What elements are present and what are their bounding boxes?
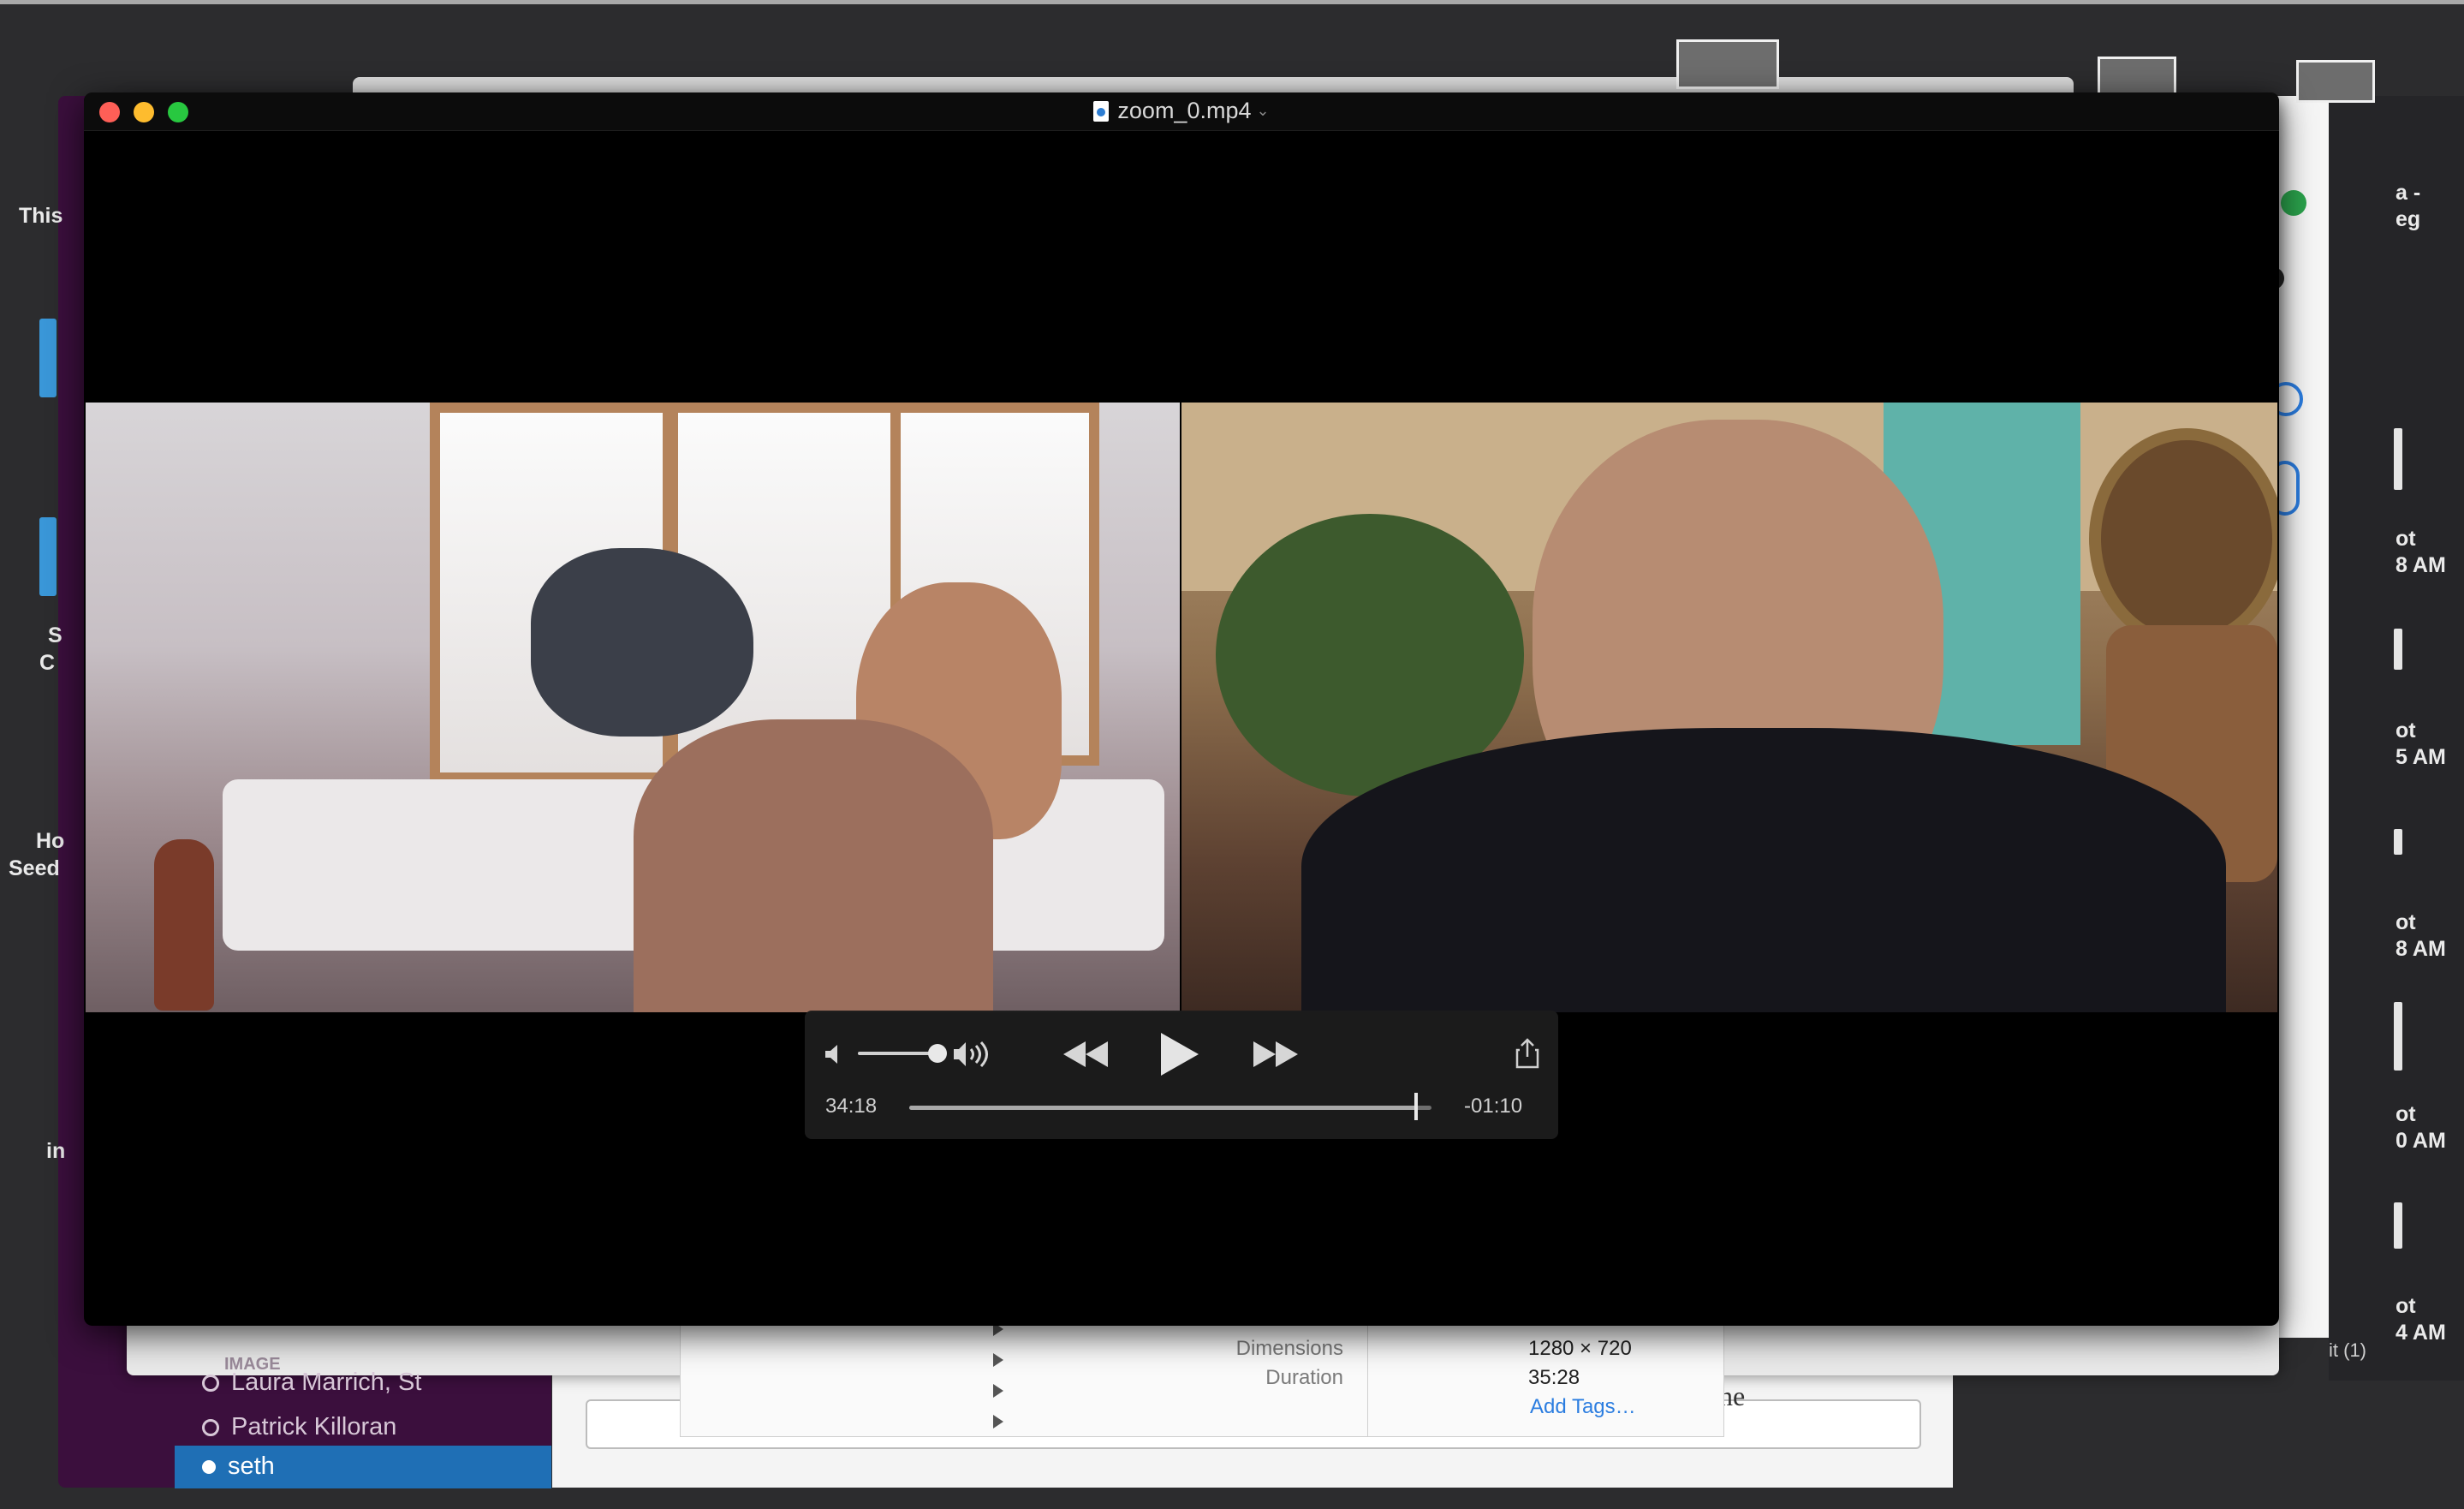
video-player-window[interactable]: zoom_0.mp4 ⌄ 34:18 -01:10 [84,92,2279,1326]
notification-line: 5 AM [2396,745,2446,769]
desktop-label[interactable]: Seed [9,856,60,881]
person-body-image [634,719,993,1012]
notification-text: ot 5 AM [2396,718,2446,771]
notification-line: ot [2396,1294,2416,1318]
notification-line: 0 AM [2396,1129,2446,1153]
notification-bar [2394,629,2402,670]
volume-slider[interactable] [858,1052,935,1055]
notification-text: ot 8 AM [2396,526,2446,579]
notification-line: 8 AM [2396,937,2446,961]
status-dot-icon [202,1460,216,1474]
status-dot-icon [202,1375,219,1393]
cat-image [531,548,753,737]
menu-bar-edge [0,0,2464,4]
share-icon[interactable] [1515,1038,1539,1069]
dimensions-label: Dimensions [1235,1337,1343,1360]
window-title[interactable]: zoom_0.mp4 ⌄ [84,98,2279,124]
desktop-label[interactable]: in [46,1139,65,1164]
disclosure-arrow-icon[interactable] [993,1353,1003,1367]
fast-forward-icon[interactable] [1252,1040,1300,1069]
playback-controls[interactable]: 34:18 -01:10 [805,1011,1558,1139]
notification-bar [2394,1202,2402,1249]
notification-line: ot [2396,719,2416,743]
mirror-image [2089,428,2277,649]
remaining-time: -01:10 [1464,1094,1523,1118]
video-pane-left [86,403,1180,1012]
duration-value: 35:28 [1528,1366,1580,1389]
mute-icon[interactable] [824,1043,848,1065]
notification-line: 8 AM [2396,553,2446,577]
notification-bar [2394,829,2402,855]
notification-bar [2394,1002,2402,1071]
notification-line: eg [2396,207,2421,231]
upload-icon[interactable] [2281,190,2306,216]
desktop-folder[interactable] [39,319,57,397]
sidebar-item-label: seth [228,1452,275,1480]
sidebar-item-patrick[interactable]: Patrick Killoran [202,1413,396,1441]
desktop-label[interactable]: Ho [36,829,64,854]
disclosure-arrow-icon[interactable] [993,1415,1003,1428]
notification-line: ot [2396,1102,2416,1126]
rewind-icon[interactable] [1062,1040,1110,1069]
guitar-image [154,839,214,1011]
sidebar-item-label: Patrick Killoran [231,1413,397,1440]
notification-text: ot 8 AM [2396,910,2446,963]
add-tags-link[interactable]: Add Tags… [1530,1395,1636,1419]
desktop-label[interactable]: S [48,623,62,648]
progress-fill [909,1106,1416,1110]
sidebar-item-seth[interactable]: seth [175,1446,551,1488]
volume-knob[interactable] [928,1044,947,1063]
chevron-down-icon[interactable]: ⌄ [1257,102,1270,120]
file-name: zoom_0.mp4 [1117,98,1252,123]
notification-line: ot [2396,910,2416,934]
progress-track[interactable] [909,1106,1431,1110]
notification-text: ot 0 AM [2396,1101,2446,1154]
video-pane-right [1181,403,2277,1012]
divider [1367,1311,1368,1436]
volume-icon[interactable] [952,1040,991,1069]
status-dot-icon [202,1419,219,1437]
notification-text: a - eg [2396,180,2420,233]
notification-line: a - [2396,181,2421,205]
play-icon[interactable] [1158,1031,1200,1077]
notification-footer[interactable]: it (1) [2329,1339,2366,1362]
title-bar[interactable]: zoom_0.mp4 ⌄ [84,92,2279,131]
notification-line: 4 AM [2396,1321,2446,1345]
disclosure-column [993,1310,1014,1435]
desktop-label[interactable]: This [19,204,62,229]
duration-label: Duration [1265,1366,1343,1389]
sidebar-item-laura[interactable]: Laura Marrich, St [202,1369,421,1397]
disclosure-arrow-icon[interactable] [993,1384,1003,1398]
file-info-panel: Dimensions 1280 × 720 Duration 35:28 Add… [680,1310,1724,1437]
elapsed-time: 34:18 [825,1094,878,1118]
notification-line: ot [2396,527,2416,551]
sidebar-item-label: Laura Marrich, St [231,1369,422,1396]
desktop-label[interactable]: C [39,651,55,676]
dimensions-value: 1280 × 720 [1528,1337,1632,1360]
desktop-folder[interactable] [39,517,57,596]
screenshot-thumbnail[interactable] [2296,60,2375,103]
document-icon [1093,101,1110,122]
man-body-image [1301,728,2226,1012]
notification-bar [2394,428,2402,490]
screenshot-thumbnail[interactable] [1676,39,1779,89]
playhead[interactable] [1414,1093,1418,1120]
notification-text: ot 4 AM [2396,1293,2446,1346]
